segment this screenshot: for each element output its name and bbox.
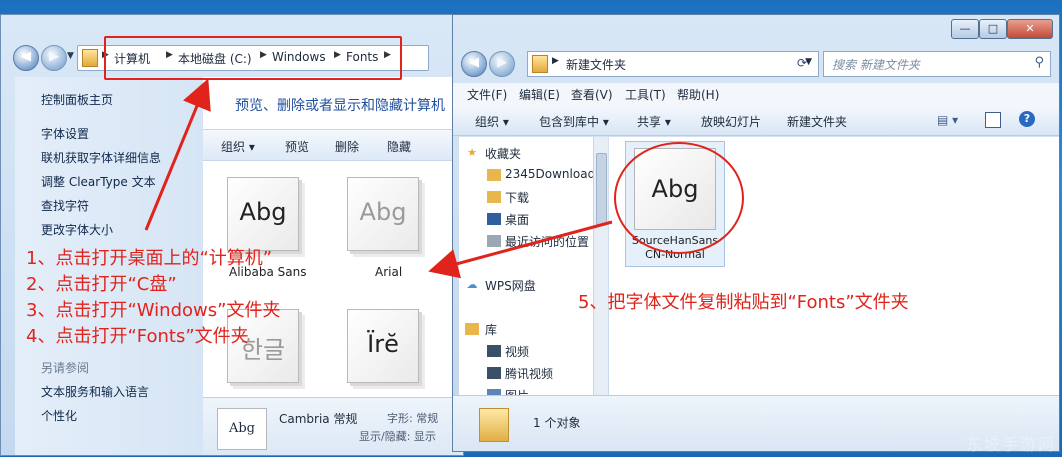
watermark-text: 东坡手游网 (965, 435, 1056, 454)
step-5-text: 5、把字体文件复制粘贴到“Fonts”文件夹 (578, 292, 909, 313)
arrow-to-fonts-folder (428, 220, 613, 279)
step-1-text: 1、点击打开桌面上的“计算机” (26, 248, 273, 269)
arrow-to-breadcrumb (144, 78, 211, 231)
step-2-text: 2、点击打开“C盘” (26, 274, 177, 295)
step-4-text: 4、点击打开“Fonts”文件夹 (26, 326, 249, 347)
step-3-text: 3、点击打开“Windows”文件夹 (26, 300, 281, 321)
annotation-arrows (144, 78, 613, 279)
